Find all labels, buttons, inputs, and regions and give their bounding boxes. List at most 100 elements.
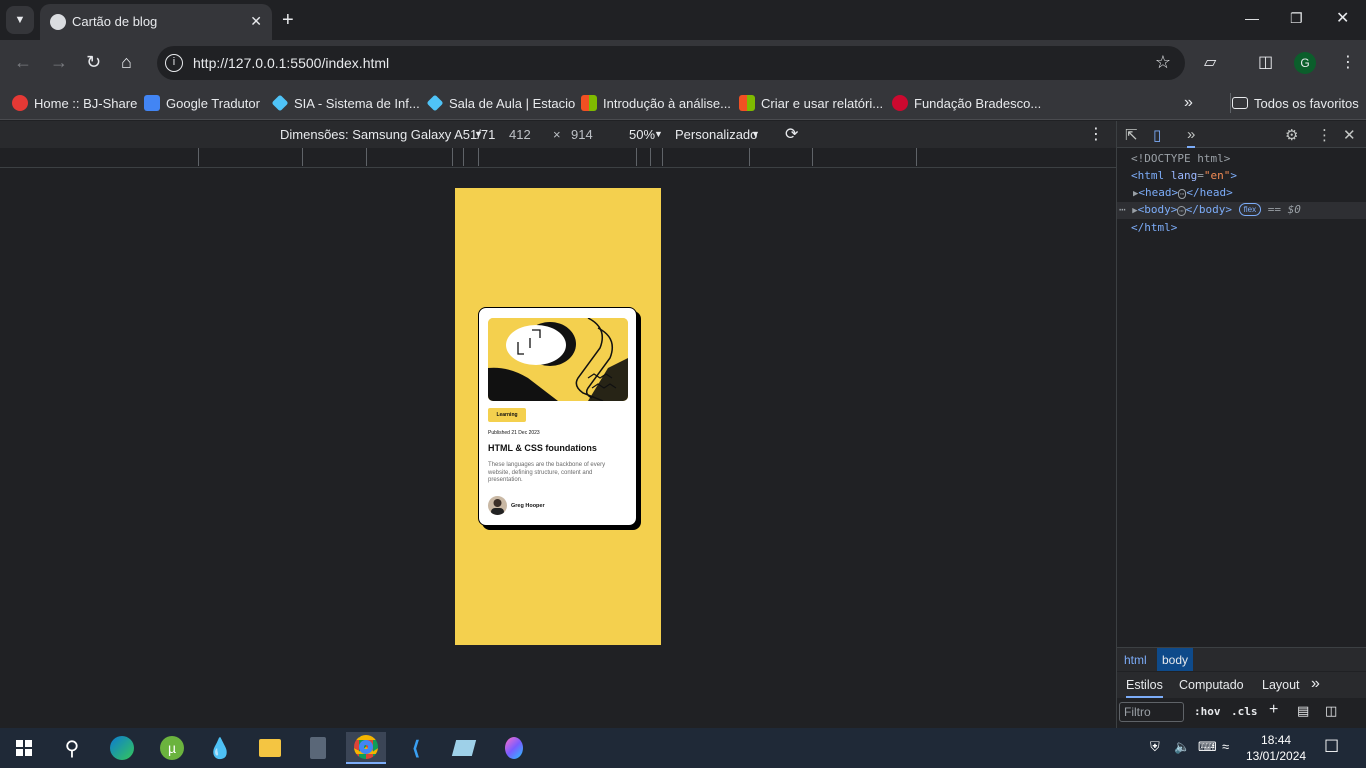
- head-tag: <head>: [1138, 186, 1179, 199]
- forward-arrow-icon[interactable]: →: [50, 52, 68, 73]
- device-more-icon[interactable]: ⋮: [1088, 124, 1104, 144]
- bookmark-item[interactable]: Fundação Bradesco...: [892, 93, 1041, 113]
- browser-tab[interactable]: Cartão de blog ✕: [40, 4, 272, 40]
- extensions-icon[interactable]: ▱: [1204, 52, 1216, 72]
- tab-layout[interactable]: Layout: [1262, 678, 1300, 692]
- paint-icon[interactable]: ▤: [1297, 703, 1309, 719]
- flex-badge[interactable]: flex: [1238, 203, 1262, 216]
- side-panel-icon[interactable]: ◫: [1258, 52, 1273, 72]
- back-arrow-icon[interactable]: ←: [14, 52, 32, 73]
- styles-filter-row: Filtro :hov .cls + ▤ ◫: [1117, 699, 1366, 728]
- close-window-icon[interactable]: ✕: [1336, 8, 1349, 28]
- translate-icon: [144, 95, 160, 111]
- edge-icon[interactable]: [102, 732, 142, 764]
- close-tab-icon[interactable]: ✕: [250, 13, 262, 30]
- address-bar[interactable]: i http://127.0.0.1:5500/index.html ☆: [157, 46, 1185, 80]
- more-menu-icon[interactable]: ⋮: [1340, 52, 1356, 72]
- tab-computado[interactable]: Computado: [1179, 678, 1244, 692]
- rotate-icon[interactable]: ⟳: [785, 124, 798, 144]
- browser-toolbar: ← → ↻ ⌂ i http://127.0.0.1:5500/index.ht…: [0, 40, 1366, 86]
- home-icon[interactable]: ⌂: [121, 52, 132, 73]
- illustration-graphic: [488, 318, 628, 401]
- windows-taskbar: ⚲ µ 💧 ⟨ ⛨ 🔈 ⌨ ≈ 18:44 13/01/2024 ☐: [0, 728, 1366, 768]
- head-line[interactable]: ▶<head> ⋯ </head>: [1133, 186, 1233, 199]
- vscode-icon[interactable]: ⟨: [396, 732, 436, 764]
- notification-icon[interactable]: ☐: [1324, 737, 1339, 757]
- width-input[interactable]: 412: [509, 127, 531, 142]
- zoom-select[interactable]: 50%: [629, 127, 655, 142]
- paint-drop-icon[interactable]: [494, 732, 534, 764]
- close-devtools-icon[interactable]: ✕: [1343, 126, 1356, 144]
- published-date: Published 21 Dec 2023: [488, 430, 540, 436]
- search-icon[interactable]: ⚲: [52, 732, 92, 764]
- minimize-icon[interactable]: —: [1245, 10, 1259, 26]
- bookmark-item[interactable]: SIA - Sistema de Inf...: [271, 93, 420, 113]
- device-select[interactable]: Dimensões: Samsung Galaxy A51/71: [280, 127, 495, 142]
- wifi-icon[interactable]: ≈: [1222, 739, 1229, 754]
- doctype-line: <!DOCTYPE html>: [1131, 152, 1231, 165]
- profile-avatar[interactable]: G: [1294, 52, 1316, 74]
- reload-icon[interactable]: ↻: [86, 52, 101, 73]
- throttle-dropdown-icon[interactable]: ▼: [751, 129, 760, 139]
- tab-search-button[interactable]: ▼: [6, 6, 34, 34]
- device-toolbar: Dimensões: Samsung Galaxy A51/71 ▼ 412 ×…: [0, 121, 1116, 148]
- start-button[interactable]: [4, 732, 44, 764]
- node-actions-icon[interactable]: ⋯: [1119, 203, 1126, 216]
- system-clock[interactable]: 18:44 13/01/2024: [1246, 732, 1306, 764]
- crumb-body[interactable]: body: [1157, 648, 1194, 671]
- throttle-select[interactable]: Personalizado: [675, 127, 757, 142]
- html-close-line: </html>: [1131, 221, 1178, 234]
- sidebar-toggle-icon[interactable]: ◫: [1325, 703, 1337, 719]
- bookmark-item[interactable]: Sala de Aula | Estacio: [426, 93, 575, 113]
- blog-card: Learning Published 21 Dec 2023 HTML & CS…: [478, 307, 637, 526]
- all-bookmarks-folder[interactable]: Todos os favoritos: [1230, 93, 1359, 113]
- bookmark-item[interactable]: Introdução à análise...: [581, 93, 731, 113]
- tab-estilos[interactable]: Estilos: [1126, 678, 1163, 698]
- card-title[interactable]: HTML & CSS foundations: [488, 443, 597, 453]
- breadcrumb: html body: [1117, 647, 1366, 671]
- device-dropdown-icon[interactable]: ▼: [474, 129, 483, 139]
- restore-icon[interactable]: ❐: [1290, 10, 1303, 27]
- inspect-element-icon[interactable]: ⇱: [1125, 126, 1138, 144]
- bookmark-item[interactable]: Home :: BJ-Share: [12, 93, 137, 113]
- file-explorer-icon[interactable]: [250, 732, 290, 764]
- media-query-bar[interactable]: [0, 148, 1116, 168]
- body-line[interactable]: ⋯ ▶<body> ⋯ </body> flex == $0: [1119, 203, 1301, 216]
- lang-attr: lang: [1170, 169, 1198, 182]
- water-drop-icon[interactable]: 💧: [200, 732, 240, 764]
- device-toggle-icon[interactable]: ▯: [1153, 126, 1161, 144]
- add-rule-icon[interactable]: +: [1269, 701, 1278, 719]
- category-tag: Learning: [488, 408, 526, 422]
- bookmark-label: SIA - Sistema de Inf...: [294, 95, 420, 111]
- elements-tab-icon[interactable]: »: [1187, 126, 1196, 148]
- filter-input[interactable]: Filtro: [1119, 702, 1184, 722]
- devtools-more-icon[interactable]: ⋮: [1317, 126, 1332, 144]
- new-tab-button[interactable]: +: [282, 8, 294, 32]
- bookmark-item[interactable]: Criar e usar relatóri...: [739, 93, 883, 113]
- microsoft-icon: [581, 95, 597, 111]
- crumb-html[interactable]: html: [1124, 653, 1147, 667]
- hov-toggle[interactable]: :hov: [1194, 705, 1221, 718]
- html-open-line[interactable]: <html lang="en">: [1131, 169, 1237, 182]
- utorrent-icon[interactable]: µ: [152, 732, 192, 764]
- zoom-dropdown-icon[interactable]: ▼: [654, 129, 663, 139]
- chrome-icon[interactable]: [346, 732, 386, 764]
- shield-icon[interactable]: ⛨: [1150, 739, 1160, 755]
- tab-title: Cartão de blog: [72, 14, 158, 29]
- more-bookmarks-icon[interactable]: »: [1184, 93, 1193, 113]
- site-info-icon[interactable]: i: [165, 54, 183, 72]
- cls-toggle[interactable]: .cls: [1231, 705, 1258, 718]
- volume-icon[interactable]: 🔈: [1174, 739, 1190, 755]
- keyboard-icon[interactable]: ⌨: [1198, 739, 1217, 755]
- more-tabs-icon[interactable]: »: [1311, 675, 1320, 693]
- calculator-icon[interactable]: [298, 732, 338, 764]
- bookmark-item[interactable]: Google Tradutor: [144, 93, 260, 113]
- ellipsis-icon[interactable]: ⋯: [1177, 206, 1186, 216]
- bookmark-star-icon[interactable]: ☆: [1155, 52, 1171, 73]
- app-icon[interactable]: [444, 732, 484, 764]
- settings-gear-icon[interactable]: ⚙: [1285, 126, 1298, 144]
- chevron-down-icon: ▼: [14, 14, 26, 26]
- diamond-icon: [271, 94, 289, 112]
- folder-icon: [1232, 97, 1248, 109]
- height-input[interactable]: 914: [571, 127, 593, 142]
